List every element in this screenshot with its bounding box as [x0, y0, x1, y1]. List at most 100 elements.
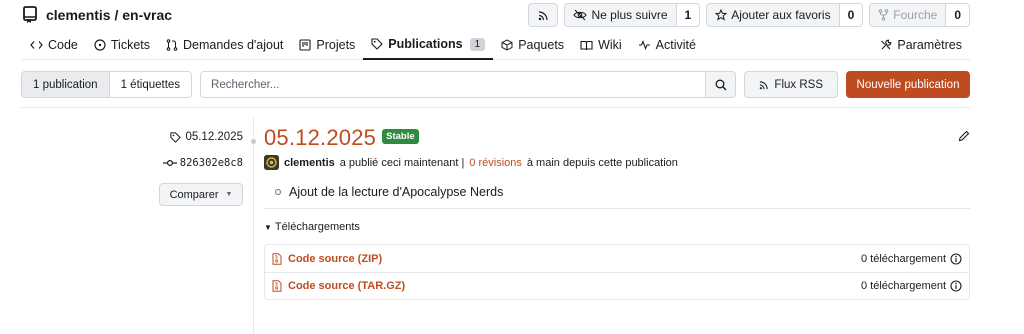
- avatar-image: [264, 155, 279, 170]
- tag-icon: [371, 38, 384, 50]
- star-count[interactable]: 0: [838, 4, 863, 26]
- rss-feed-label: Flux RSS: [774, 78, 823, 91]
- rss-feed-button[interactable]: [528, 3, 559, 27]
- download-count: 0 téléchargement: [861, 253, 962, 265]
- tab-issues-label: Tickets: [110, 38, 151, 52]
- downloads-list: Code source (ZIP) 0 téléchargement Code …: [264, 244, 970, 300]
- rss-feed-link[interactable]: Flux RSS: [744, 71, 838, 98]
- search-icon: [715, 79, 727, 90]
- file-zip-icon: [272, 252, 282, 265]
- download-targz-label: Code source (TAR.GZ): [288, 280, 406, 292]
- file-zip-icon: [272, 280, 282, 292]
- tab-pull-requests-label: Demandes d'ajout: [183, 38, 284, 52]
- fork-button-group: Fourche 0: [869, 3, 970, 27]
- release-commit-sha: 826302e8c8: [179, 157, 243, 169]
- rss-icon: [760, 80, 769, 89]
- release-tag-switch: 1 publication 1 étiquettes: [21, 71, 193, 98]
- download-zip-label: Code source (ZIP): [288, 252, 383, 265]
- info-icon[interactable]: [950, 280, 962, 292]
- repo-tabs: Code Tickets Demandes d'ajout Projets Pu…: [22, 35, 970, 60]
- download-count-label: 0 téléchargement: [861, 252, 946, 265]
- tab-activity-label: Activité: [655, 38, 696, 52]
- downloads-label: Téléchargements: [274, 221, 360, 233]
- pulse-icon: [638, 40, 650, 50]
- compare-dropdown[interactable]: Comparer ▼: [159, 183, 243, 206]
- issue-icon: [94, 39, 106, 51]
- new-release-button[interactable]: Nouvelle publication: [846, 71, 970, 98]
- downloads-toggle[interactable]: ▼ Téléchargements: [264, 221, 360, 233]
- chevron-down-icon: ▼: [225, 191, 233, 198]
- download-targz-link[interactable]: Code source (TAR.GZ): [272, 280, 405, 292]
- tab-activity[interactable]: Activité: [630, 35, 704, 55]
- tab-packages-label: Paquets: [518, 38, 565, 52]
- release-header: 05.12.2025 Stable: [264, 124, 970, 152]
- release-timeline: [253, 118, 254, 334]
- release-meta: clementis a publié ceci maintenant | 0 r…: [264, 155, 678, 170]
- commit-icon: [162, 159, 177, 167]
- fork-count[interactable]: 0: [945, 4, 969, 26]
- download-count-label: 0 téléchargement: [861, 280, 946, 292]
- download-zip-link[interactable]: Code source (ZIP): [272, 253, 382, 265]
- unwatch-label: Ne plus suivre: [591, 8, 668, 22]
- list-item: Code source (TAR.GZ) 0 téléchargement: [265, 272, 969, 299]
- release-tag-link[interactable]: 05.12.2025: [170, 131, 243, 143]
- repo-name-link[interactable]: clementis / en-vrac: [46, 7, 172, 23]
- release-tag-label: 05.12.2025: [185, 131, 243, 143]
- watch-count[interactable]: 1: [675, 4, 700, 26]
- eye-slash-icon: [573, 9, 588, 21]
- tab-issues[interactable]: Tickets: [86, 35, 158, 55]
- release-divider: [264, 208, 970, 209]
- release-title-link[interactable]: 05.12.2025: [264, 125, 376, 151]
- search-button[interactable]: [705, 72, 736, 97]
- release-card: 05.12.2025 Stable clementis a publié cec…: [264, 124, 970, 300]
- code-icon: [30, 41, 43, 49]
- repo-actions: Ne plus suivre 1 Ajouter aux favoris 0 F…: [528, 3, 970, 27]
- release-toolbar: 1 publication 1 étiquettes Flux RSS Nouv…: [21, 71, 970, 99]
- project-icon: [299, 39, 311, 51]
- star-button-group: Ajouter aux favoris 0: [706, 3, 864, 27]
- timeline-dot: [251, 139, 256, 144]
- edit-release-button[interactable]: [958, 130, 970, 145]
- triangle-down-icon: ▼: [264, 222, 272, 232]
- tag-icon: [170, 131, 182, 143]
- download-count: 0 téléchargement: [861, 280, 962, 292]
- tab-settings[interactable]: Paramètres: [872, 35, 970, 55]
- toolbar-divider: [21, 107, 970, 108]
- tab-projects[interactable]: Projets: [291, 35, 363, 55]
- release-note-item: Ajout de la lecture d'Apocalypse Nerds: [275, 185, 503, 199]
- search-input[interactable]: [201, 72, 706, 97]
- star-button[interactable]: Ajouter aux favoris: [707, 4, 839, 26]
- bullet-icon: [275, 189, 281, 195]
- release-commit-link[interactable]: 826302e8c8: [162, 157, 243, 169]
- tab-code-label: Code: [48, 38, 78, 52]
- tab-wiki[interactable]: Wiki: [572, 35, 630, 55]
- compare-label: Comparer: [169, 188, 219, 201]
- package-icon: [501, 39, 513, 51]
- tab-code[interactable]: Code: [22, 35, 86, 55]
- tab-packages[interactable]: Paquets: [493, 35, 572, 55]
- tools-icon: [881, 39, 892, 50]
- watch-button-group: Ne plus suivre 1: [564, 3, 701, 27]
- author-link[interactable]: clementis: [284, 157, 335, 169]
- fork-icon: [878, 9, 889, 21]
- publications-toggle[interactable]: 1 publication: [22, 72, 109, 97]
- tab-pull-requests[interactable]: Demandes d'ajout: [158, 35, 291, 55]
- tab-settings-label: Paramètres: [897, 38, 962, 52]
- tags-toggle[interactable]: 1 étiquettes: [108, 72, 192, 97]
- search-box: [200, 71, 737, 98]
- revisions-link[interactable]: 0 révisions: [469, 157, 522, 169]
- fork-button[interactable]: Fourche: [870, 4, 946, 26]
- star-label: Ajouter aux favoris: [731, 8, 831, 22]
- tab-releases[interactable]: Publications 1: [363, 35, 494, 60]
- unwatch-button[interactable]: Ne plus suivre: [565, 4, 676, 26]
- info-icon[interactable]: [950, 252, 962, 265]
- avatar[interactable]: [264, 155, 279, 170]
- repository-icon: [23, 6, 37, 23]
- list-item: Code source (ZIP) 0 téléchargement: [265, 245, 969, 272]
- star-icon: [715, 9, 728, 21]
- published-text: a publié ceci maintenant |: [339, 156, 465, 169]
- release-count-badge: 1: [469, 37, 486, 51]
- status-badge: Stable: [382, 128, 419, 144]
- tab-releases-label: Publications: [388, 37, 463, 51]
- revisions-suffix: à main depuis cette publication: [526, 156, 678, 169]
